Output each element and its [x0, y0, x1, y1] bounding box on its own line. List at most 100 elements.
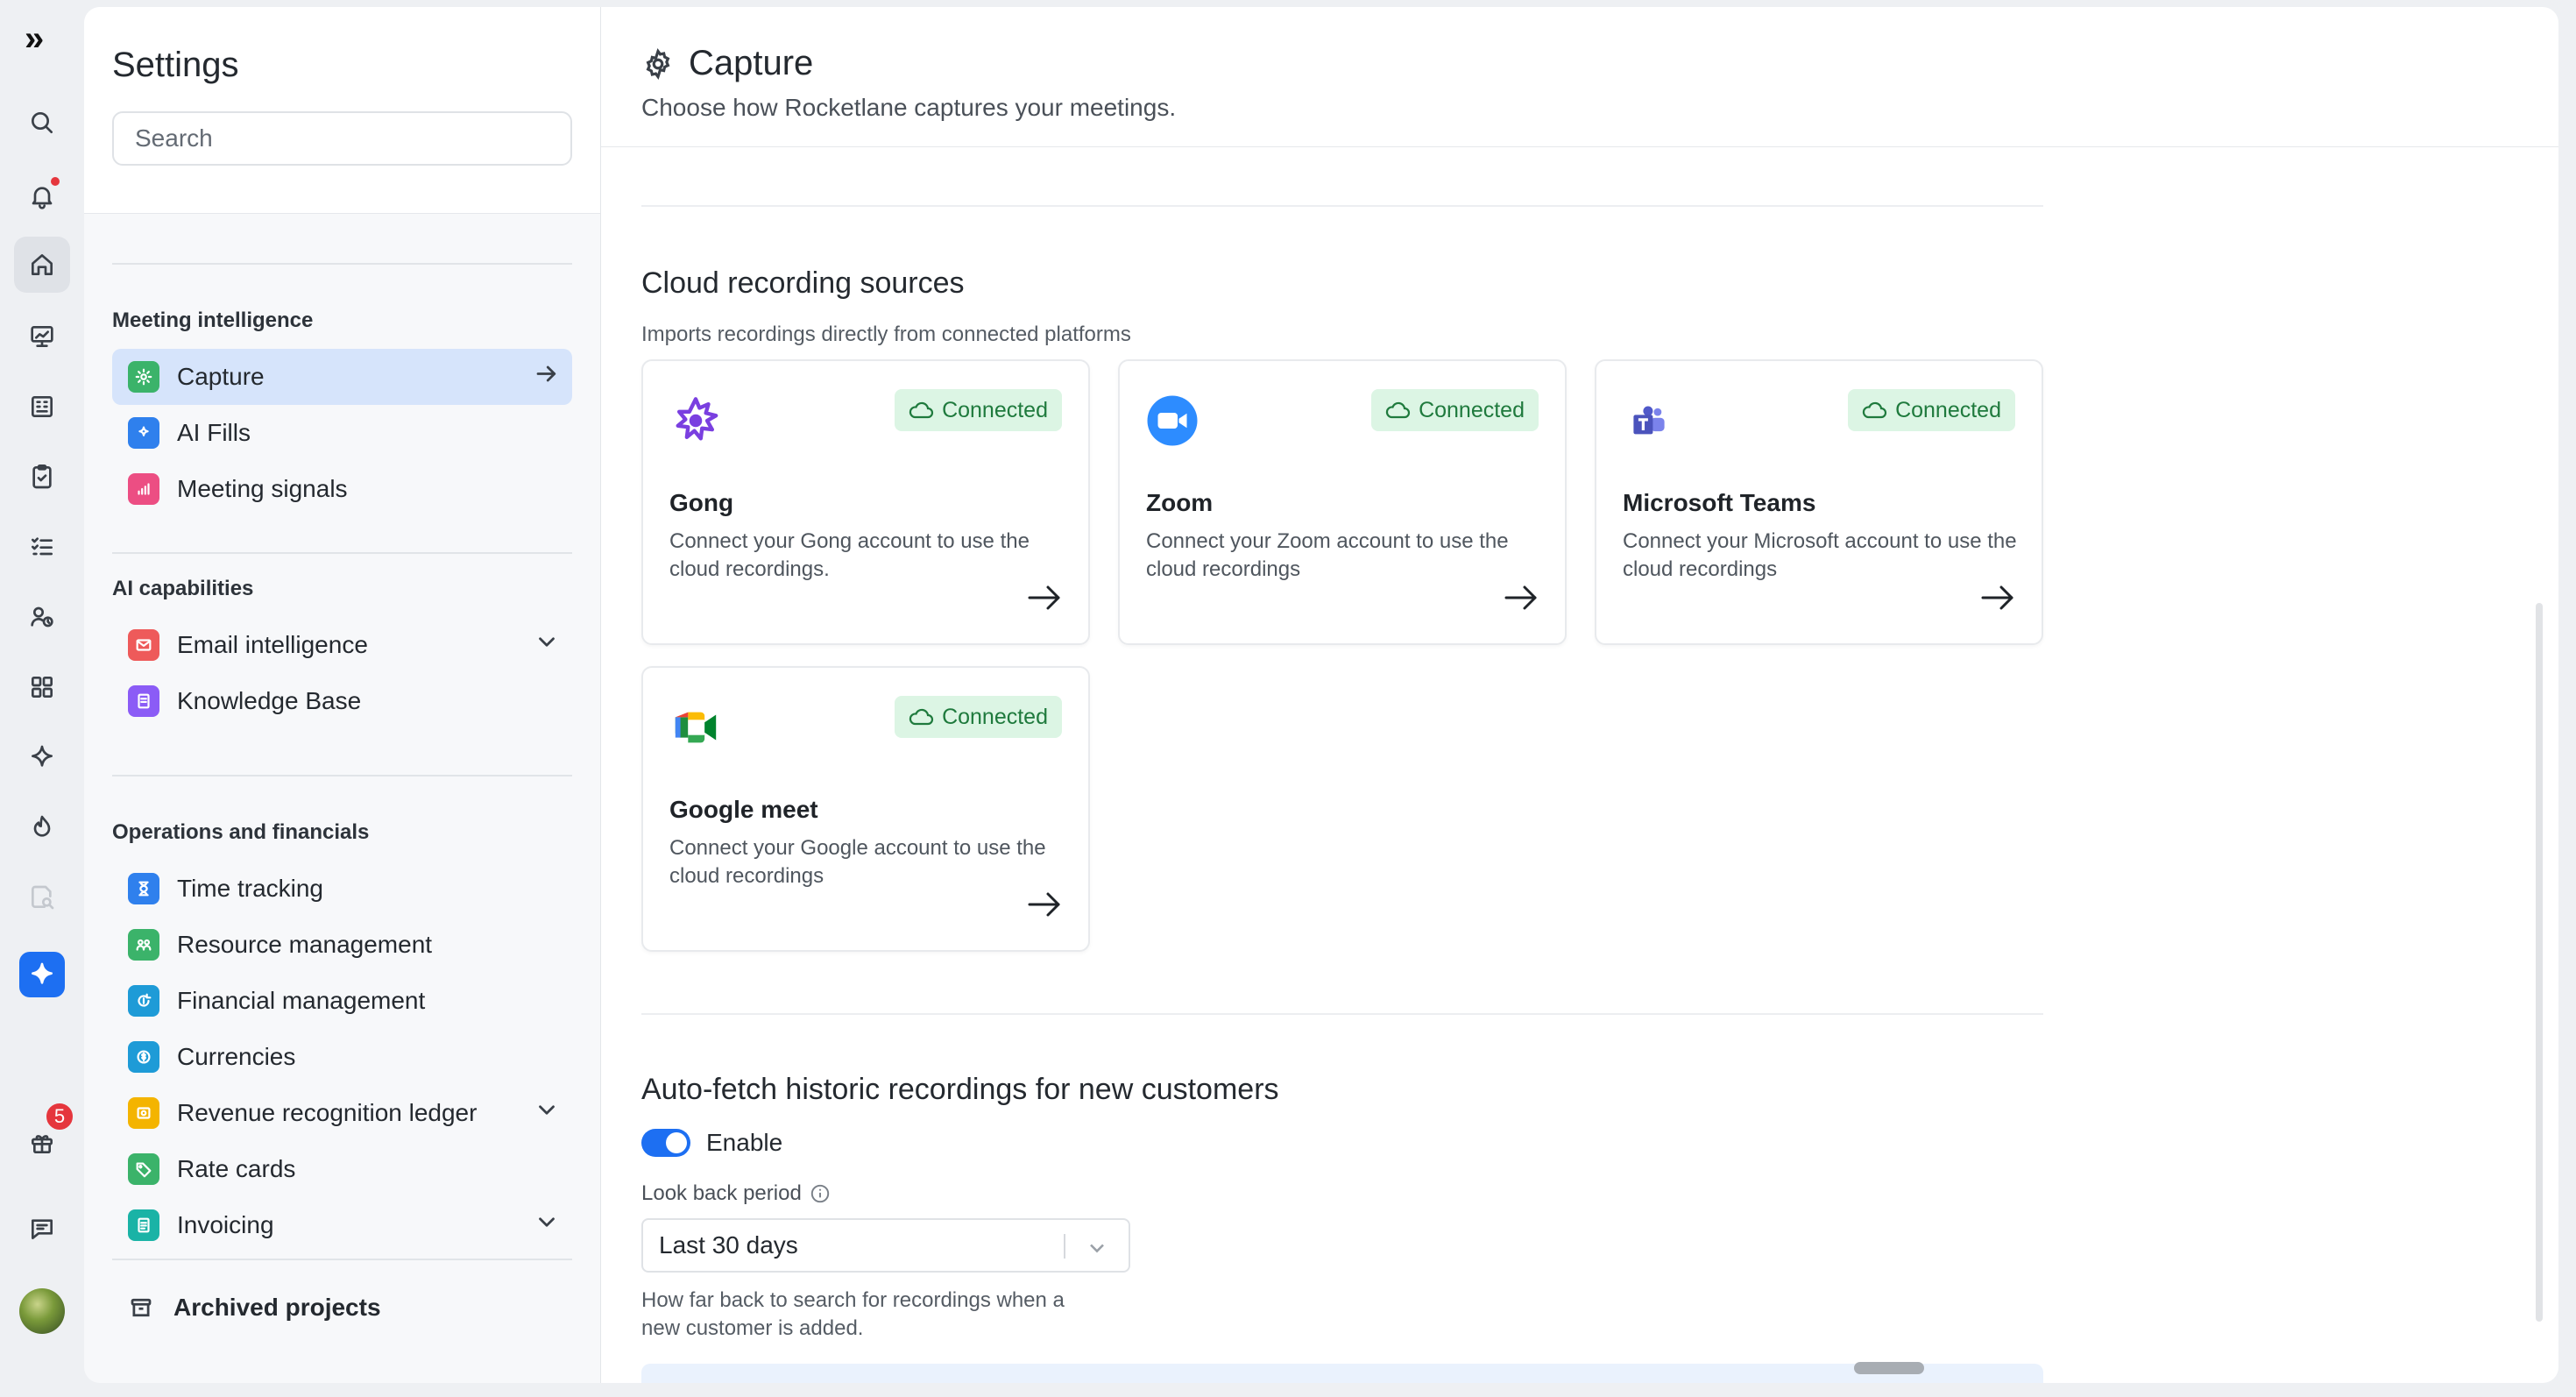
chat-icon[interactable] [14, 1201, 70, 1257]
card-title: Google meet [669, 796, 818, 823]
nav-item-label: Invoicing [177, 1211, 274, 1238]
nav-item-capture[interactable]: Capture [112, 349, 572, 405]
nav-item-label: Time tracking [177, 875, 324, 902]
gear-icon [646, 47, 670, 80]
chevron-down-icon[interactable] [534, 1209, 560, 1242]
enable-toggle[interactable] [641, 1129, 690, 1157]
ledger-icon [128, 1097, 159, 1129]
nav-item-label: Meeting signals [177, 475, 348, 502]
card-description: Connect your Zoom account to use the clo… [1146, 529, 1509, 581]
settings-header: Settings Search [84, 7, 600, 214]
nav-item-label: Revenue recognition ledger [177, 1099, 478, 1126]
grid-icon[interactable] [14, 659, 70, 715]
zoom-card[interactable]: Connected Zoom Connect your Zoom account… [1118, 359, 1567, 645]
arrow-right-icon[interactable] [1027, 583, 1062, 617]
microsoft-teams-card[interactable]: Connected Microsoft Teams Connect your M… [1595, 359, 2043, 645]
gift-icon[interactable]: 5 [14, 1101, 75, 1171]
icon-rail: » 5 [0, 0, 84, 1397]
settings-panel: Settings Search Meeting intelligence Cap… [84, 7, 601, 1383]
arrow-right-icon[interactable] [1504, 583, 1539, 617]
flame-icon[interactable] [14, 799, 70, 855]
lookback-label-row: Look back period [641, 1181, 832, 1206]
magic-icon [128, 417, 159, 449]
search-icon[interactable] [14, 95, 70, 151]
clipboard-icon[interactable] [14, 449, 70, 505]
sparkle-icon[interactable] [14, 729, 70, 785]
info-icon[interactable] [809, 1182, 832, 1205]
main-content: Capture Choose how Rocketlane captures y… [601, 7, 2558, 1383]
avatar[interactable] [19, 1288, 65, 1334]
cloud-icon [909, 708, 934, 726]
connected-badge: Connected [1848, 389, 2015, 431]
rocketlane-logo[interactable]: » [25, 19, 44, 59]
horizontal-scroll-handle[interactable] [1854, 1362, 1924, 1374]
ai-sparkle-icon[interactable] [19, 952, 65, 997]
nav-item-invoicing[interactable]: Invoicing [112, 1197, 572, 1253]
zoom-logo-icon [1146, 394, 1199, 447]
nav-item-ai-fills[interactable]: AI Fills [112, 405, 572, 461]
card-description: Connect your Google account to use the c… [669, 836, 1046, 888]
nav-item-email-intelligence[interactable]: Email intelligence [112, 617, 572, 673]
bell-icon[interactable] [14, 168, 70, 224]
nav-item-label: Knowledge Base [177, 687, 362, 714]
notification-dot [51, 177, 60, 186]
building-icon[interactable] [14, 379, 70, 435]
nav-item-label: Email intelligence [177, 631, 368, 658]
connected-badge: Connected [895, 696, 1062, 738]
report-search-icon[interactable] [14, 869, 70, 925]
connected-badge: Connected [895, 389, 1062, 431]
enable-toggle-row: Enable [641, 1129, 782, 1157]
user-clock-icon[interactable] [14, 589, 70, 645]
nav-item-rate-cards[interactable]: Rate cards [112, 1141, 572, 1197]
nav-item-knowledge-base[interactable]: Knowledge Base [112, 673, 572, 729]
page-title: Capture [689, 44, 814, 82]
nav-item-resource-management[interactable]: Resource management [112, 917, 572, 973]
vertical-scrollbar[interactable] [2536, 603, 2543, 1322]
archive-icon [131, 1298, 152, 1317]
nav-item-time-tracking[interactable]: Time tracking [112, 861, 572, 917]
hourglass-icon [128, 873, 159, 904]
cloud-section-description: Imports recordings directly from connect… [641, 323, 1131, 346]
page-subtitle: Choose how Rocketlane captures your meet… [641, 94, 1177, 121]
cloud-icon [1385, 401, 1411, 419]
section-title-meeting-intelligence: Meeting intelligence [112, 308, 314, 332]
nav-item-meeting-signals[interactable]: Meeting signals [112, 461, 572, 517]
nav-item-currencies[interactable]: Currencies [112, 1029, 572, 1085]
enable-toggle-label: Enable [706, 1129, 783, 1156]
chevron-down-icon[interactable] [534, 629, 560, 662]
divider [641, 1013, 2043, 1015]
nav-item-revenue-recognition[interactable]: Revenue recognition ledger [112, 1085, 572, 1141]
settings-search-input[interactable]: Search [112, 111, 572, 166]
presentation-icon[interactable] [14, 308, 70, 365]
connected-label: Connected [1419, 397, 1525, 422]
nav-item-financial-management[interactable]: Financial management [112, 973, 572, 1029]
checklist-icon[interactable] [14, 519, 70, 575]
arrow-right-icon[interactable] [1980, 583, 2015, 617]
divider [641, 205, 2043, 207]
google-meet-card[interactable]: Connected Google meet Connect your Googl… [641, 666, 1090, 952]
lookback-period-select[interactable]: Last 30 days [641, 1218, 1130, 1273]
google-meet-logo-icon [669, 701, 722, 754]
connected-label: Connected [942, 704, 1048, 729]
chevron-down-icon[interactable] [534, 1097, 560, 1130]
card-description: Connect your Gong account to use the clo… [669, 529, 1030, 581]
page-header: Capture Choose how Rocketlane captures y… [601, 7, 2558, 147]
arrow-right-icon[interactable] [1027, 890, 1062, 924]
nav-item-label: Capture [177, 363, 265, 390]
currency-icon [128, 1041, 159, 1073]
signal-bars-icon [128, 473, 159, 505]
lookback-label: Look back period [641, 1181, 802, 1205]
card-title: Zoom [1146, 489, 1214, 516]
archived-projects-link[interactable]: Archived projects [112, 1280, 572, 1336]
cloud-icon [909, 401, 934, 419]
gong-card[interactable]: Connected Gong Connect your Gong account… [641, 359, 1090, 645]
page-title-row: Capture [641, 44, 2558, 83]
card-title: Gong [669, 489, 734, 516]
home-icon[interactable] [14, 237, 70, 293]
money-refresh-icon [128, 985, 159, 1017]
nav-item-label: Currencies [177, 1043, 296, 1070]
nav-item-label: Financial management [177, 987, 426, 1014]
info-banner [641, 1364, 2043, 1383]
settings-title: Settings [112, 46, 239, 84]
nav-item-label: AI Fills [177, 419, 251, 446]
